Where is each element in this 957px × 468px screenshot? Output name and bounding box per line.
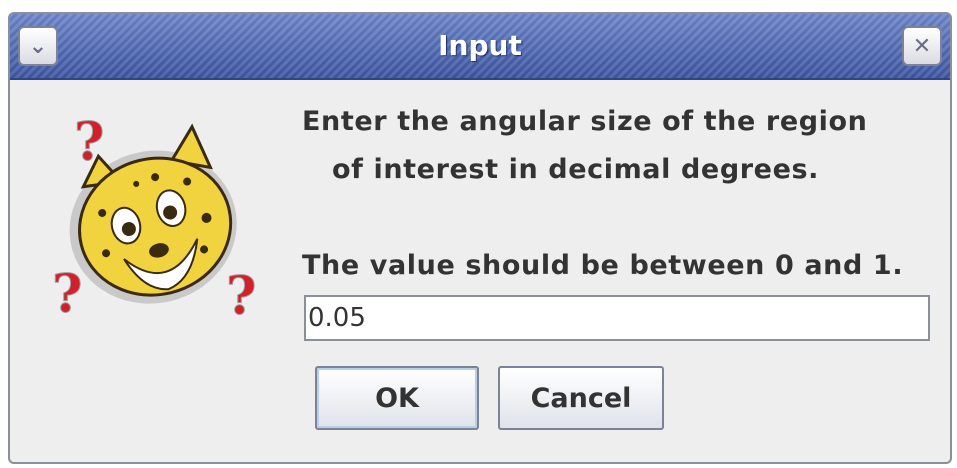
cheetah-question-icon: ? ? ? bbox=[48, 100, 262, 330]
ok-button[interactable]: OK bbox=[315, 366, 479, 430]
message-line-1: Enter the angular size of the region bbox=[302, 106, 868, 137]
input-dialog: ⌄ Input ✕ ? ? ? Enter the angular size o… bbox=[8, 12, 952, 464]
title-bar[interactable]: ⌄ Input ✕ bbox=[10, 14, 950, 80]
cheetah-question-icon-svg: ? ? ? bbox=[52, 112, 257, 328]
message-line-3: The value should be between 0 and 1. bbox=[302, 250, 904, 281]
close-icon[interactable]: ✕ bbox=[902, 26, 942, 66]
message-line-2: of interest in decimal degrees. bbox=[332, 154, 820, 185]
cancel-button[interactable]: Cancel bbox=[498, 366, 664, 430]
value-input[interactable] bbox=[304, 295, 930, 341]
question-mark-icon: ? bbox=[226, 266, 256, 327]
question-mark-icon: ? bbox=[52, 264, 82, 325]
window-title: Input bbox=[438, 29, 522, 62]
